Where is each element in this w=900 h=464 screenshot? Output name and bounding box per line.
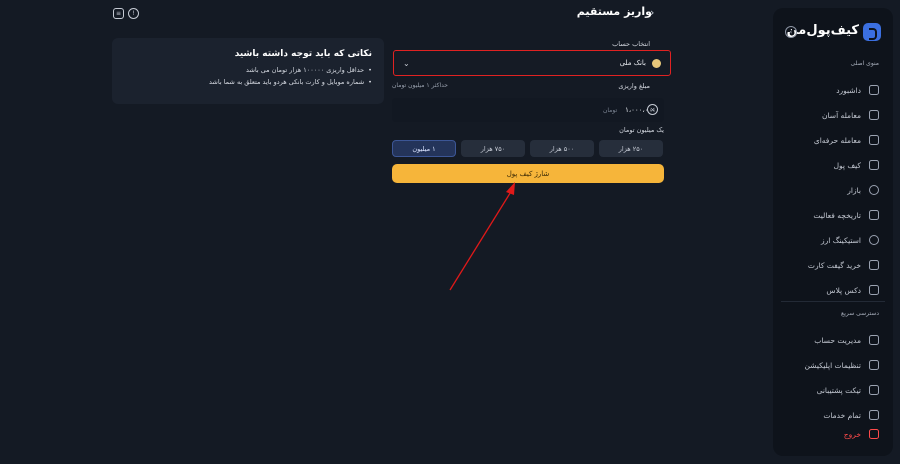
sidebar-item-label: تاریخچه فعالیت [813, 210, 861, 220]
sidebar-item-label: معامله آسان [822, 110, 861, 120]
clear-input-icon[interactable]: × [647, 104, 658, 115]
sidebar-item-all-services[interactable]: تمام خدمات [783, 407, 879, 423]
amount-label: مبلغ واریزی [618, 82, 650, 90]
wallet-icon [869, 160, 879, 170]
market-icon [869, 185, 879, 195]
logout-icon [869, 429, 879, 439]
ticket-icon [869, 385, 879, 395]
sidebar-item-app-settings[interactable]: تنظیمات اپلیکیشن [783, 357, 879, 373]
sidebar-item-dashboard[interactable]: داشبورد [783, 82, 879, 98]
amount-unit: تومان [602, 106, 618, 114]
brand-name: کیف‌پول‌من [786, 23, 859, 38]
sidebar-item-label: مدیریت حساب [814, 335, 861, 345]
sidebar-item-support-ticket[interactable]: تیکت پشتیبانی [783, 382, 879, 398]
preset-chip-250k[interactable]: ۲۵۰ هزار [599, 140, 663, 157]
amount-input[interactable]: ۱،۰۰۰،۰۰۰ تومان × [392, 98, 664, 122]
history-icon [869, 210, 879, 220]
pro-trade-icon [869, 135, 879, 145]
sidebar-item-label: تنظیمات اپلیکیشن [804, 360, 861, 370]
page-title: واریز مستقیم [576, 5, 652, 18]
selected-account: بانک ملی [619, 59, 646, 67]
menu-section-title: منوی اصلی [850, 60, 879, 67]
sidebar-item-easy-trade[interactable]: معامله آسان [783, 107, 879, 123]
dashboard-icon [869, 85, 879, 95]
sidebar-item-label: خروج [843, 429, 861, 439]
receipt-icon[interactable]: ≡ [113, 8, 124, 19]
sidebar-item-label: داشبورد [836, 85, 861, 95]
sidebar-item-label: خرید گیفت کارت [807, 260, 861, 270]
chevron-right-icon[interactable]: › [650, 6, 658, 19]
grid-icon [869, 410, 879, 420]
brand-logo-icon [863, 23, 881, 41]
staking-icon [869, 235, 879, 245]
sidebar-item-dex-plus[interactable]: دکس پلاس [783, 282, 879, 298]
bank-logo-icon [652, 58, 661, 68]
amount-in-words: یک میلیون تومان [619, 126, 664, 134]
collapse-sidebar-icon[interactable]: › [785, 26, 797, 38]
sidebar-item-market[interactable]: بازار [783, 182, 879, 198]
chevron-down-icon: ⌄ [403, 58, 410, 68]
sidebar-item-account[interactable]: مدیریت حساب [783, 332, 879, 348]
gift-card-icon [869, 260, 879, 270]
sidebar-item-label: کیف پول [833, 160, 861, 170]
sidebar-item-label: دکس پلاس [826, 285, 861, 295]
sidebar-item-label: تمام خدمات [823, 410, 861, 420]
preset-chip-750k[interactable]: ۷۵۰ هزار [461, 140, 525, 157]
chat-support-icon[interactable]: ! [128, 8, 139, 19]
dex-icon [869, 285, 879, 295]
logo-row: کیف‌پول‌من › [785, 22, 881, 44]
settings-icon [869, 360, 879, 370]
quick-access-title: دسترسی سریع [841, 310, 879, 317]
sidebar-divider [781, 301, 885, 302]
sidebar-item-label: بازار [847, 185, 861, 195]
account-label: انتخاب حساب [612, 40, 650, 48]
sidebar-item-logout[interactable]: خروج [783, 426, 879, 442]
sidebar-item-label: تیکت پشتیبانی [816, 385, 861, 395]
preset-chip-500k[interactable]: ۵۰۰ هزار [530, 140, 594, 157]
sidebar-item-staking[interactable]: استیکینگ ارز [783, 232, 879, 248]
account-select[interactable]: بانک ملی ⌄ [393, 50, 671, 76]
charge-wallet-button[interactable]: شارژ کیف پول [392, 164, 664, 183]
account-icon [869, 335, 879, 345]
easy-trade-icon [869, 110, 879, 120]
sidebar-item-label: معامله حرفه‌ای [813, 135, 861, 145]
sidebar-item-history[interactable]: تاریخچه فعالیت [783, 207, 879, 223]
sidebar-item-wallet[interactable]: کیف پول [783, 157, 879, 173]
notes-title: نکاتی که باید توجه داشته باشید [234, 49, 372, 59]
note-item: حداقل واریزی ۱۰۰۰۰۰ هزار تومان می باشد [122, 66, 372, 74]
note-item: شماره موبایل و کارت بانکی هردو باید متعل… [122, 78, 372, 86]
sidebar-item-label: استیکینگ ارز [821, 235, 861, 245]
sidebar: کیف‌پول‌من › منوی اصلی داشبورد معامله آس… [773, 8, 893, 456]
notes-list: حداقل واریزی ۱۰۰۰۰۰ هزار تومان می باشد ش… [122, 66, 372, 86]
sidebar-item-pro-trade[interactable]: معامله حرفه‌ای [783, 132, 879, 148]
preset-chip-1m[interactable]: ۱ میلیون [392, 140, 456, 157]
sidebar-item-gift-card[interactable]: خرید گیفت کارت [783, 257, 879, 273]
max-amount-hint: حداکثر ۱ میلیون تومان [392, 82, 449, 89]
notes-card: نکاتی که باید توجه داشته باشید حداقل وار… [112, 38, 384, 104]
